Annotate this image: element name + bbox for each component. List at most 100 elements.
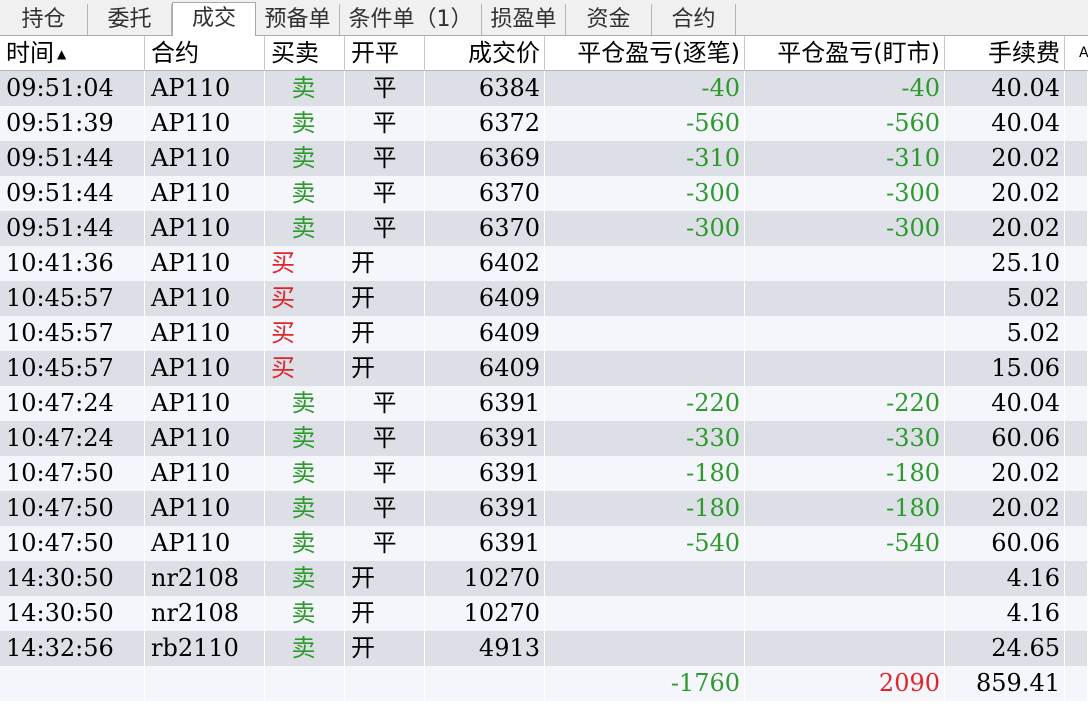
cell-pnl-mark: -310 <box>745 141 945 176</box>
cell-pnl-trade: -310 <box>545 141 745 176</box>
column-header-contract[interactable]: 合约 <box>145 36 265 71</box>
tab-6[interactable]: 资金 <box>566 4 652 35</box>
cell-contract: AP110 <box>145 491 265 526</box>
table-row[interactable]: 10:45:57 AP110 买开 6409 5.02 <box>0 316 1088 351</box>
tab-7[interactable]: 合约 <box>652 4 736 35</box>
tab-5[interactable]: 损盈单 <box>482 4 566 35</box>
cell-contract: AP110 <box>145 421 265 456</box>
cell-side: 卖 <box>265 211 345 246</box>
tab-0[interactable]: 持仓 <box>0 4 88 35</box>
cell-contract: rb2110 <box>145 631 265 666</box>
cell-side <box>265 666 345 701</box>
tab-2[interactable]: 成交 <box>172 2 256 36</box>
cell-open-close: 平 <box>345 106 425 141</box>
cell-fee: 5.02 <box>945 281 1065 316</box>
table-row[interactable]: 09:51:44 AP110 卖平 6370 -300 -300 20.02 <box>0 176 1088 211</box>
cell-pnl-mark: -180 <box>745 456 945 491</box>
cell-contract: AP110 <box>145 526 265 561</box>
cell-pnl-trade <box>545 351 745 386</box>
table-row[interactable]: 09:51:04 AP110 卖平 6384 -40 -40 40.04 <box>0 71 1088 106</box>
cell-price: 4913 <box>425 631 545 666</box>
column-header-time[interactable]: 时间 ▲ <box>0 36 145 71</box>
cell-pnl-mark: -300 <box>745 176 945 211</box>
column-header-open-close[interactable]: 开平 <box>345 36 425 71</box>
cell-open-close: 开 <box>345 351 425 386</box>
cell-pnl-trade: -560 <box>545 106 745 141</box>
cell-contract: AP110 <box>145 211 265 246</box>
table-row[interactable]: 14:30:50 nr2108 卖开 10270 4.16 <box>0 561 1088 596</box>
cell-side: 买 <box>265 246 345 281</box>
cell-pnl-mark: -40 <box>745 71 945 106</box>
cell-side: 买 <box>265 281 345 316</box>
column-header-time-label: 时间 <box>6 39 54 67</box>
cell-fee: 25.10 <box>945 246 1065 281</box>
cell-contract: AP110 <box>145 316 265 351</box>
column-header-price[interactable]: 成交价 <box>425 36 545 71</box>
cell-time: 14:32:56 <box>0 631 145 666</box>
cell-side: 卖 <box>265 71 345 106</box>
cell-pnl-trade <box>545 596 745 631</box>
cell-open-close: 开 <box>345 246 425 281</box>
table-row[interactable]: 10:45:57 AP110 买开 6409 5.02 <box>0 281 1088 316</box>
cell-pnl-trade: -180 <box>545 456 745 491</box>
table-row[interactable]: 10:45:57 AP110 买开 6409 15.06 <box>0 351 1088 386</box>
cell-price: 10270 <box>425 596 545 631</box>
table-row[interactable]: 10:47:50 AP110 卖平 6391 -180 -180 20.02 <box>0 456 1088 491</box>
cell-fee: 40.04 <box>945 386 1065 421</box>
table-row[interactable]: 14:30:50 nr2108 卖开 10270 4.16 <box>0 596 1088 631</box>
cell-pnl-trade: -300 <box>545 176 745 211</box>
cell-pnl-mark: 2090 <box>745 666 945 701</box>
cell-pnl-trade: -300 <box>545 211 745 246</box>
cell-open-close: 平 <box>345 526 425 561</box>
column-header-side[interactable]: 买卖 <box>265 36 345 71</box>
cell-pnl-mark <box>745 246 945 281</box>
table-row[interactable]: 10:41:36 AP110 买开 6402 25.10 <box>0 246 1088 281</box>
cell-time: 10:45:57 <box>0 351 145 386</box>
cell-time: 14:30:50 <box>0 596 145 631</box>
table-row[interactable]: 10:47:50 AP110 卖平 6391 -540 -540 60.06 <box>0 526 1088 561</box>
cell-fee: 24.65 <box>945 631 1065 666</box>
column-header-pnl-mark[interactable]: 平仓盈亏(盯市) <box>745 36 945 71</box>
cell-extra <box>1065 596 1088 631</box>
cell-fee: 4.16 <box>945 561 1065 596</box>
column-header-extra[interactable]: A <box>1065 36 1088 71</box>
cell-open-close: 平 <box>345 211 425 246</box>
cell-pnl-trade: -540 <box>545 526 745 561</box>
table-row[interactable]: 10:47:24 AP110 卖平 6391 -220 -220 40.04 <box>0 386 1088 421</box>
tab-4[interactable]: 条件单（1） <box>340 4 482 35</box>
cell-price: 6370 <box>425 176 545 211</box>
table-row[interactable]: 10:47:50 AP110 卖平 6391 -180 -180 20.02 <box>0 491 1088 526</box>
totals-row[interactable]: -1760 2090 859.41 <box>0 666 1088 701</box>
cell-open-close: 平 <box>345 386 425 421</box>
cell-open-close: 平 <box>345 421 425 456</box>
cell-fee: 40.04 <box>945 71 1065 106</box>
table-row[interactable]: 09:51:39 AP110 卖平 6372 -560 -560 40.04 <box>0 106 1088 141</box>
cell-pnl-mark: -220 <box>745 386 945 421</box>
cell-side: 卖 <box>265 141 345 176</box>
table-row[interactable]: 14:32:56 rb2110 卖开 4913 24.65 <box>0 631 1088 666</box>
cell-fee: 15.06 <box>945 351 1065 386</box>
cell-open-close: 开 <box>345 561 425 596</box>
cell-side: 卖 <box>265 561 345 596</box>
table-row[interactable]: 09:51:44 AP110 卖平 6369 -310 -310 20.02 <box>0 141 1088 176</box>
table-row[interactable]: 10:47:24 AP110 卖平 6391 -330 -330 60.06 <box>0 421 1088 456</box>
cell-contract: AP110 <box>145 351 265 386</box>
column-header-pnl-trade[interactable]: 平仓盈亏(逐笔) <box>545 36 745 71</box>
cell-time: 10:47:24 <box>0 386 145 421</box>
column-header-fee[interactable]: 手续费 <box>945 36 1065 71</box>
cell-pnl-mark <box>745 631 945 666</box>
table-row[interactable]: 09:51:44 AP110 卖平 6370 -300 -300 20.02 <box>0 211 1088 246</box>
tab-bar: 持仓 委托 成交 预备单 条件单（1） 损盈单 资金 合约 <box>0 0 1088 36</box>
cell-contract <box>145 666 265 701</box>
cell-fee: 60.06 <box>945 526 1065 561</box>
cell-extra <box>1065 106 1088 141</box>
cell-side: 卖 <box>265 526 345 561</box>
tab-3[interactable]: 预备单 <box>256 4 340 35</box>
cell-contract: nr2108 <box>145 561 265 596</box>
cell-side: 卖 <box>265 176 345 211</box>
tab-1[interactable]: 委托 <box>88 4 172 35</box>
cell-pnl-trade: -1760 <box>545 666 745 701</box>
cell-time: 10:47:50 <box>0 456 145 491</box>
cell-side: 卖 <box>265 596 345 631</box>
cell-side: 卖 <box>265 631 345 666</box>
